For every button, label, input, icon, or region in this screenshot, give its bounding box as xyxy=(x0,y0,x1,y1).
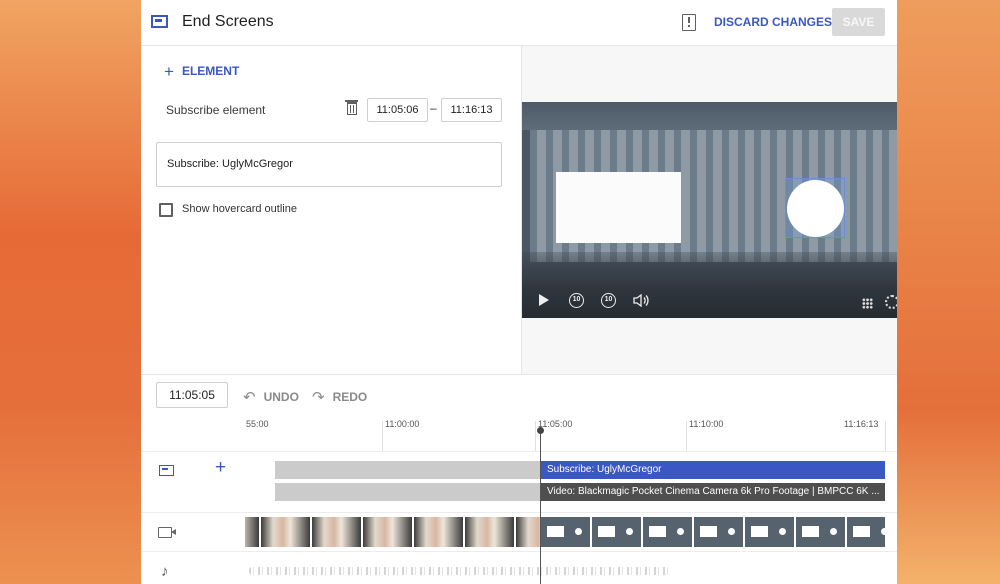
start-time-input[interactable]: 11:05:06 xyxy=(367,98,428,122)
video-camera-icon xyxy=(158,527,176,538)
filmstrip-frame xyxy=(745,517,795,547)
end-screen-video-element[interactable] xyxy=(556,172,681,243)
channel-field[interactable]: Subscribe: UglyMcGregor xyxy=(156,142,502,187)
redo-label: REDO xyxy=(332,390,368,404)
filmstrip-frame xyxy=(592,517,642,547)
end-screen-editor: End Screens DISCARD CHANGES SAVE + ELEMEN… xyxy=(141,0,897,584)
filmstrip-frame xyxy=(541,517,591,547)
filmstrip-frame xyxy=(847,517,885,547)
redo-icon: ↷ xyxy=(312,389,325,406)
end-screen-lane-icon xyxy=(159,465,174,476)
filmstrip-frame xyxy=(796,517,846,547)
filmstrip-frame xyxy=(414,517,464,547)
add-element-button[interactable]: + ELEMENT xyxy=(164,62,239,82)
track-divider xyxy=(141,551,897,552)
playhead-handle[interactable] xyxy=(537,427,544,434)
add-element-plus-icon[interactable]: + xyxy=(215,457,226,479)
video-controls-shade xyxy=(522,252,897,318)
filmstrip-frame xyxy=(245,517,260,547)
replay-10-icon[interactable]: 10 xyxy=(569,293,584,308)
play-icon[interactable] xyxy=(539,294,549,306)
tick-line xyxy=(686,421,687,451)
editor-header: End Screens DISCARD CHANGES SAVE xyxy=(141,0,897,46)
background-right xyxy=(897,0,1000,584)
video-bar-inactive xyxy=(275,483,541,501)
playhead[interactable] xyxy=(540,427,541,584)
redo-button[interactable]: ↷ REDO xyxy=(312,388,367,406)
tick-label: 11:16:13 xyxy=(844,419,879,429)
tick-line xyxy=(535,421,536,451)
timeline-panel: 11:05:05 ↶ UNDO ↷ REDO 55:00 11:00:00 11:0… xyxy=(141,374,897,584)
feedback-icon[interactable] xyxy=(682,14,696,31)
save-button[interactable]: SAVE xyxy=(832,8,885,36)
end-time-input[interactable]: 11:16:13 xyxy=(441,98,502,122)
timeline-ruler[interactable]: 55:00 11:00:00 11:05:00 11:10:00 11:16:1… xyxy=(246,419,886,451)
trash-icon[interactable] xyxy=(345,100,358,115)
end-screen-icon xyxy=(151,15,168,28)
current-time-input[interactable]: 11:05:05 xyxy=(156,382,228,408)
filmstrip-frame xyxy=(465,517,515,547)
music-note-icon: ♪ xyxy=(161,563,169,580)
time-range-dash: – xyxy=(430,101,437,115)
page-title: End Screens xyxy=(182,13,274,30)
filmstrip-frame xyxy=(694,517,744,547)
video-filmstrip[interactable] xyxy=(245,517,885,547)
track-divider xyxy=(141,512,897,513)
grid-icon[interactable] xyxy=(862,298,873,309)
undo-label: UNDO xyxy=(263,390,299,404)
filmstrip-frame xyxy=(643,517,693,547)
undo-icon: ↶ xyxy=(243,389,256,406)
preview-panel: 10 10 xyxy=(522,46,897,374)
hovercard-checkbox[interactable] xyxy=(159,203,173,217)
element-panel: + ELEMENT Subscribe element 11:05:06 – 11… xyxy=(141,46,522,374)
forward-10-icon[interactable]: 10 xyxy=(601,293,616,308)
discard-changes-button[interactable]: DISCARD CHANGES xyxy=(714,15,832,29)
end-screen-subscribe-element[interactable] xyxy=(787,180,844,237)
filmstrip-frame xyxy=(312,517,362,547)
tick-label: 11:10:00 xyxy=(689,419,724,429)
audio-waveform[interactable] xyxy=(249,567,669,575)
subscribe-bar-inactive xyxy=(275,461,541,479)
video-top-shade xyxy=(522,102,897,130)
add-element-label: ELEMENT xyxy=(181,64,240,78)
volume-icon[interactable] xyxy=(633,294,649,307)
hovercard-label: Show hovercard outline xyxy=(182,203,297,215)
gear-icon[interactable] xyxy=(885,295,897,309)
tick-label: 55:00 xyxy=(246,419,269,429)
undo-button[interactable]: ↶ UNDO xyxy=(243,388,299,406)
filmstrip-frame xyxy=(363,517,413,547)
video-preview[interactable]: 10 10 xyxy=(522,102,897,318)
background-left xyxy=(0,0,141,584)
tick-line xyxy=(382,421,383,451)
video-element-bar[interactable]: Video: Blackmagic Pocket Cinema Camera 6… xyxy=(541,483,885,501)
filmstrip-frame xyxy=(261,517,311,547)
tick-line xyxy=(885,421,886,451)
element-label: Subscribe element xyxy=(166,103,266,117)
tick-label: 11:00:00 xyxy=(385,419,420,429)
subscribe-element-bar[interactable]: Subscribe: UglyMcGregor xyxy=(541,461,885,479)
track-divider xyxy=(141,451,897,452)
plus-icon: + xyxy=(164,62,174,81)
